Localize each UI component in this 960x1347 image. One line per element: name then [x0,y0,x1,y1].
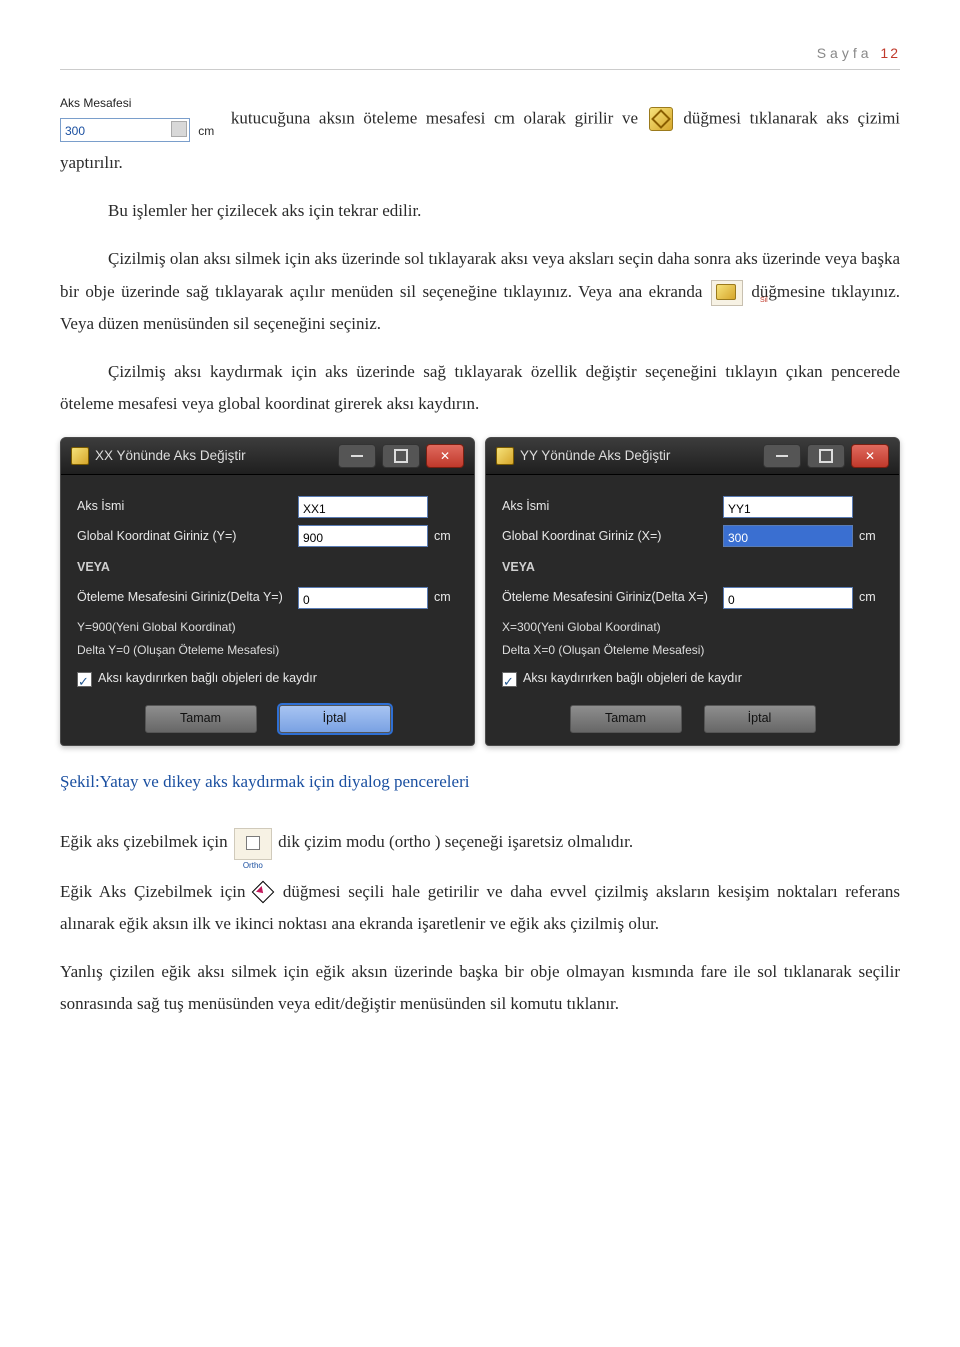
xx-delta-unit: cm [434,586,458,610]
aks-mesafesi-input[interactable]: 300 [60,118,190,142]
yy-cancel-button[interactable]: İptal [704,705,816,733]
dialog-xx-body: Aks İsmi XX1 Global Koordinat Giriniz (Y… [61,475,474,745]
xx-name-input[interactable]: XX1 [298,496,428,518]
dialog-yy-titlebar: YY Yönünde Aks Değiştir [486,438,899,475]
yy-delta-unit: cm [859,586,883,610]
para5-text-b: dik çizim modu (ortho ) seçeneği işarets… [278,832,633,851]
yy-info1: X=300(Yeni Global Koordinat) [502,616,883,639]
yy-name-label: Aks İsmi [502,495,717,519]
dialog-xx-title: XX Yönünde Aks Değiştir [95,443,332,469]
insert-icon[interactable] [649,107,673,131]
yy-delta-label: Öteleme Mesafesini Giriniz(Delta X=) [502,586,717,610]
paragraph-7: Yanlış çizilen eğik aksı silmek için eği… [60,956,900,1021]
maximize-button[interactable] [382,444,420,468]
para6-text-a: Eğik Aks Çizebilmek için [60,882,253,901]
aks-mesafesi-widget: Aks Mesafesi 300 cm [60,92,214,147]
dialog-yy: YY Yönünde Aks Değiştir Aks İsmi YY1 Glo… [485,437,900,746]
paragraph-4: Çizilmiş aksı kaydırmak için aks üzerind… [60,356,900,421]
yy-info2: Delta X=0 (Oluşan Öteleme Mesafesi) [502,639,883,662]
paragraph-1: Aks Mesafesi 300 cm kutucuğuna aksın öte… [60,92,900,179]
page-header-label: Sayfa [817,45,873,61]
dialog-xx-title-icon [71,447,89,465]
close-button[interactable] [851,444,889,468]
close-button[interactable] [426,444,464,468]
paragraph-3: Çizilmiş olan aksı silmek için aks üzeri… [60,243,900,340]
yy-checkbox[interactable] [502,672,517,687]
dialog-yy-title-icon [496,447,514,465]
figure-caption: Şekil:Yatay ve dikey aks kaydırmak için … [60,766,900,798]
paragraph-6: Eğik Aks Çizebilmek için düğmesi seçili … [60,876,900,941]
xx-global-input[interactable]: 900 [298,525,428,547]
sil-icon-label: Sil [712,297,742,305]
dialog-yy-body: Aks İsmi YY1 Global Koordinat Giriniz (X… [486,475,899,745]
xx-ok-button[interactable]: Tamam [145,705,257,733]
page-number: 12 [880,45,900,61]
xx-global-unit: cm [434,525,458,549]
xx-cancel-button[interactable]: İptal [279,705,391,733]
xx-global-label: Global Koordinat Giriniz (Y=) [77,525,292,549]
yy-veya: VEYA [502,556,883,580]
minimize-button[interactable] [763,444,801,468]
ortho-icon[interactable]: Ortho [234,828,272,860]
yy-delta-input[interactable]: 0 [723,587,853,609]
xx-name-label: Aks İsmi [77,495,292,519]
para1-text-a: kutucuğuna aksın öteleme mesafesi cm ola… [231,108,647,127]
paragraph-2: Bu işlemler her çizilecek aks için tekra… [60,195,900,227]
yy-global-label: Global Koordinat Giriniz (X=) [502,525,717,549]
dialog-row: XX Yönünde Aks Değiştir Aks İsmi XX1 Glo… [60,437,900,746]
ortho-checkbox-icon [246,836,260,850]
xx-veya: VEYA [77,556,458,580]
xx-info1: Y=900(Yeni Global Koordinat) [77,616,458,639]
maximize-button[interactable] [807,444,845,468]
minimize-button[interactable] [338,444,376,468]
xx-checkbox-label: Aksı kaydırırken bağlı objeleri de kaydı… [98,667,317,691]
xx-delta-label: Öteleme Mesafesini Giriniz(Delta Y=) [77,586,292,610]
aks-mesafesi-unit: cm [198,124,214,138]
page-header: Sayfa 12 [60,40,900,70]
sil-icon[interactable]: Sil [711,280,743,306]
xx-checkbox[interactable] [77,672,92,687]
xx-info2: Delta Y=0 (Oluşan Öteleme Mesafesi) [77,639,458,662]
dialog-xx: XX Yönünde Aks Değiştir Aks İsmi XX1 Glo… [60,437,475,746]
oblique-axis-icon[interactable] [255,884,273,902]
dialog-yy-title: YY Yönünde Aks Değiştir [520,443,757,469]
yy-global-unit: cm [859,525,883,549]
ortho-label: Ortho [235,861,271,871]
dialog-xx-titlebar: XX Yönünde Aks Değiştir [61,438,474,475]
yy-ok-button[interactable]: Tamam [570,705,682,733]
yy-checkbox-label: Aksı kaydırırken bağlı objeleri de kaydı… [523,667,742,691]
para5-text-a: Eğik aks çizebilmek için [60,832,232,851]
xx-delta-input[interactable]: 0 [298,587,428,609]
yy-name-input[interactable]: YY1 [723,496,853,518]
aks-mesafesi-label: Aks Mesafesi [60,92,214,115]
paragraph-5: Eğik aks çizebilmek için Ortho dik çizim… [60,826,900,859]
yy-global-input[interactable]: 300 [723,525,853,547]
